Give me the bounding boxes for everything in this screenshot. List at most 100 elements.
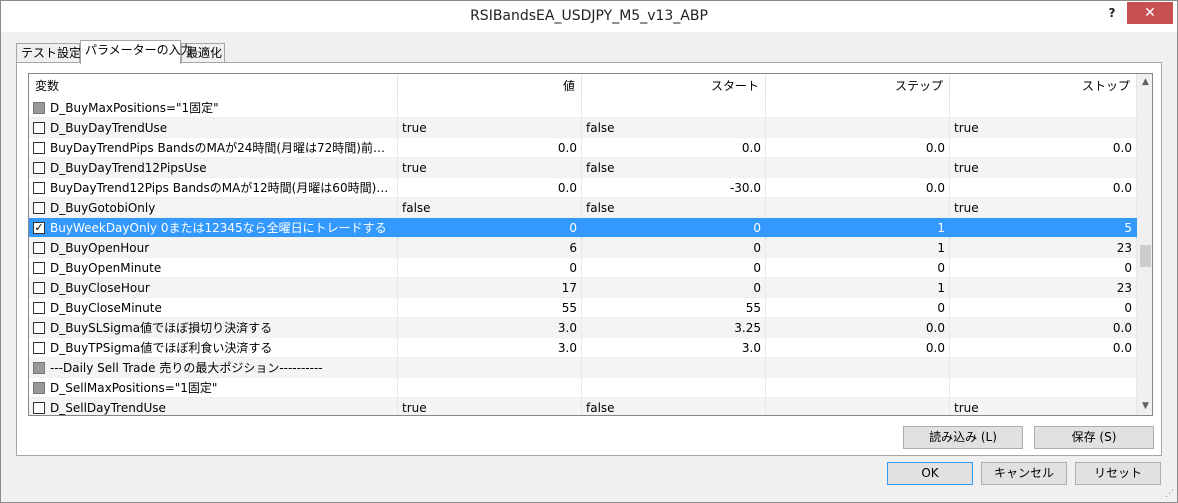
column-header-start[interactable]: スタート: [582, 74, 766, 98]
tab-parameters[interactable]: パラメーターの入力: [80, 40, 193, 64]
parameter-step-cell[interactable]: [766, 98, 950, 118]
parameter-start-cell[interactable]: [582, 378, 766, 398]
save-button[interactable]: 保存 (S): [1034, 426, 1154, 449]
table-row[interactable]: D_SellMaxPositions="1固定": [29, 378, 1137, 398]
parameter-stop-cell[interactable]: true: [950, 398, 1137, 415]
tab-test-settings[interactable]: テスト設定: [16, 43, 81, 63]
parameter-step-cell[interactable]: 0: [766, 298, 950, 318]
column-header-stop[interactable]: ストップ: [950, 74, 1137, 98]
parameter-value-cell[interactable]: 3.0: [398, 318, 582, 338]
parameter-stop-cell[interactable]: [950, 358, 1137, 378]
optimize-checkbox[interactable]: [33, 181, 45, 194]
parameter-step-cell[interactable]: 1: [766, 218, 950, 238]
table-row[interactable]: D_BuyOpenHour 6 0 1 23: [29, 238, 1137, 258]
parameter-start-cell[interactable]: false: [582, 158, 766, 178]
reset-button[interactable]: リセット: [1075, 462, 1161, 485]
parameter-start-cell[interactable]: 55: [582, 298, 766, 318]
parameter-stop-cell[interactable]: 0.0: [950, 178, 1137, 198]
optimize-checkbox[interactable]: [33, 241, 45, 254]
parameter-stop-cell[interactable]: [950, 98, 1137, 118]
optimize-checkbox[interactable]: [33, 281, 45, 294]
parameter-step-cell[interactable]: 0.0: [766, 178, 950, 198]
parameter-step-cell[interactable]: [766, 158, 950, 178]
optimize-checkbox[interactable]: [33, 121, 45, 134]
parameter-stop-cell[interactable]: 0.0: [950, 338, 1137, 358]
parameter-stop-cell[interactable]: 0: [950, 298, 1137, 318]
parameter-start-cell[interactable]: 3.25: [582, 318, 766, 338]
parameter-step-cell[interactable]: [766, 378, 950, 398]
parameter-stop-cell[interactable]: true: [950, 118, 1137, 138]
column-header-variable[interactable]: 変数: [29, 74, 398, 98]
table-row[interactable]: BuyDayTrendPips BandsのMAが24時間(月曜は72時間)前の…: [29, 138, 1137, 158]
parameter-value-cell[interactable]: 6: [398, 238, 582, 258]
parameter-stop-cell[interactable]: 0: [950, 258, 1137, 278]
scroll-down-icon[interactable]: ▼: [1137, 398, 1152, 415]
parameter-value-cell[interactable]: 0: [398, 218, 582, 238]
parameter-stop-cell[interactable]: 23: [950, 238, 1137, 258]
table-row[interactable]: D_BuyTPSigma値でほぼ利食い決済する 3.0 3.0 0.0 0.0: [29, 338, 1137, 358]
table-row[interactable]: D_BuyCloseHour 17 0 1 23: [29, 278, 1137, 298]
parameter-value-cell[interactable]: 0.0: [398, 138, 582, 158]
parameter-step-cell[interactable]: [766, 398, 950, 415]
parameter-step-cell[interactable]: 0: [766, 258, 950, 278]
help-button[interactable]: ?: [1097, 2, 1127, 24]
parameter-value-cell[interactable]: true: [398, 398, 582, 415]
parameter-value-cell[interactable]: [398, 378, 582, 398]
parameter-start-cell[interactable]: 0: [582, 238, 766, 258]
cancel-button[interactable]: キャンセル: [981, 462, 1067, 485]
parameter-start-cell[interactable]: 0.0: [582, 138, 766, 158]
table-row[interactable]: D_SellDayTrendUse true false true: [29, 398, 1137, 415]
optimize-checkbox[interactable]: [33, 261, 45, 274]
parameter-step-cell[interactable]: 1: [766, 278, 950, 298]
vertical-scrollbar[interactable]: ▲ ▼: [1137, 74, 1152, 415]
parameter-value-cell[interactable]: 3.0: [398, 338, 582, 358]
table-row[interactable]: ---Daily Sell Trade 売りの最大ポジション----------: [29, 358, 1137, 378]
table-row[interactable]: D_BuyDayTrendUse true false true: [29, 118, 1137, 138]
parameter-start-cell[interactable]: [582, 358, 766, 378]
parameter-step-cell[interactable]: 1: [766, 238, 950, 258]
table-row[interactable]: D_BuyOpenMinute 0 0 0 0: [29, 258, 1137, 278]
table-row[interactable]: D_BuyMaxPositions="1固定": [29, 98, 1137, 118]
resize-grip-icon[interactable]: ⋰: [1165, 489, 1174, 499]
parameter-value-cell[interactable]: 0: [398, 258, 582, 278]
parameter-step-cell[interactable]: 0.0: [766, 318, 950, 338]
parameter-stop-cell[interactable]: true: [950, 198, 1137, 218]
column-header-step[interactable]: ステップ: [766, 74, 950, 98]
parameter-value-cell[interactable]: 0.0: [398, 178, 582, 198]
scroll-up-icon[interactable]: ▲: [1137, 74, 1152, 91]
optimize-checkbox[interactable]: [33, 401, 45, 414]
parameter-start-cell[interactable]: 0: [582, 278, 766, 298]
parameter-value-cell[interactable]: true: [398, 118, 582, 138]
parameter-start-cell[interactable]: 3.0: [582, 338, 766, 358]
parameter-step-cell[interactable]: [766, 198, 950, 218]
parameter-step-cell[interactable]: 0.0: [766, 338, 950, 358]
optimize-checkbox[interactable]: [33, 301, 45, 314]
parameter-stop-cell[interactable]: 0.0: [950, 138, 1137, 158]
parameter-stop-cell[interactable]: 0.0: [950, 318, 1137, 338]
table-row[interactable]: ✓ BuyWeekDayOnly 0または12345なら全曜日にトレードする 0 0 1…: [29, 218, 1137, 238]
parameter-start-cell[interactable]: 0: [582, 218, 766, 238]
parameter-start-cell[interactable]: false: [582, 118, 766, 138]
parameter-stop-cell[interactable]: [950, 378, 1137, 398]
table-row[interactable]: D_BuySLSigma値でほぼ損切り決済する 3.0 3.25 0.0 0.0: [29, 318, 1137, 338]
table-row[interactable]: D_BuyDayTrend12PipsUse true false true: [29, 158, 1137, 178]
parameter-value-cell[interactable]: false: [398, 198, 582, 218]
parameter-step-cell[interactable]: [766, 118, 950, 138]
checked-checkbox-icon[interactable]: ✓: [33, 221, 45, 234]
parameter-start-cell[interactable]: false: [582, 198, 766, 218]
optimize-checkbox[interactable]: [33, 141, 45, 154]
parameter-step-cell[interactable]: 0.0: [766, 138, 950, 158]
optimize-checkbox[interactable]: [33, 161, 45, 174]
parameter-stop-cell[interactable]: 5: [950, 218, 1137, 238]
optimize-checkbox[interactable]: [33, 321, 45, 334]
parameter-start-cell[interactable]: false: [582, 398, 766, 415]
optimize-checkbox[interactable]: [33, 341, 45, 354]
parameter-value-cell[interactable]: 17: [398, 278, 582, 298]
optimize-checkbox[interactable]: [33, 201, 45, 214]
table-row[interactable]: D_BuyCloseMinute 55 55 0 0: [29, 298, 1137, 318]
parameter-stop-cell[interactable]: true: [950, 158, 1137, 178]
load-button[interactable]: 読み込み (L): [903, 426, 1023, 449]
parameter-step-cell[interactable]: [766, 358, 950, 378]
parameter-stop-cell[interactable]: 23: [950, 278, 1137, 298]
parameter-value-cell[interactable]: true: [398, 158, 582, 178]
